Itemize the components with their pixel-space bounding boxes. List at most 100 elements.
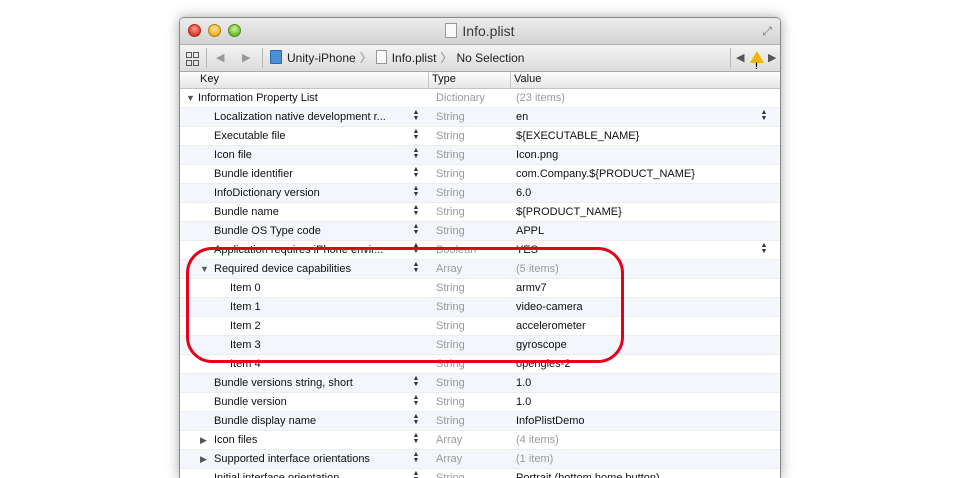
row-value[interactable]: ${PRODUCT_NAME} xyxy=(516,203,766,221)
table-row[interactable]: Initial interface orientation ▲▼ String Por… xyxy=(180,469,780,478)
row-type[interactable]: String xyxy=(436,146,508,164)
row-key[interactable]: Application requires iPhone envir... xyxy=(214,241,408,259)
row-type[interactable]: String xyxy=(436,469,508,478)
key-stepper-icon[interactable]: ▲▼ xyxy=(412,261,420,274)
table-row[interactable]: Localization native development r... ▲ ▼ St… xyxy=(180,108,780,127)
column-key[interactable]: Key xyxy=(200,73,219,85)
key-stepper-icon[interactable]: ▲▼ xyxy=(412,394,420,407)
row-key[interactable]: Information Property List xyxy=(198,89,408,107)
row-type[interactable]: String xyxy=(436,222,508,240)
table-row[interactable]: Bundle version ▲ ▼ String 1.0 xyxy=(180,393,780,412)
key-stepper-icon[interactable]: ▲▼ xyxy=(412,470,420,478)
row-key[interactable]: Bundle name xyxy=(214,203,408,221)
table-row[interactable]: InfoDictionary version ▲ ▼ String 6.0 xyxy=(180,184,780,203)
table-row[interactable]: ▶ Icon files ▲ ▼ Array (4 items) xyxy=(180,431,780,450)
row-value[interactable]: (4 items) xyxy=(516,431,766,449)
row-value[interactable]: YES xyxy=(516,241,766,259)
value-stepper-icon[interactable]: ▲ ▼ xyxy=(760,242,768,255)
table-row[interactable]: ▼ Information Property List Dictionary (23 … xyxy=(180,89,780,108)
column-divider[interactable] xyxy=(510,72,511,88)
row-type[interactable]: Array xyxy=(436,260,508,278)
row-type[interactable]: String xyxy=(436,108,508,126)
row-value[interactable]: gyroscope xyxy=(516,336,766,354)
row-key[interactable]: Icon files xyxy=(214,431,408,449)
row-key[interactable]: Bundle version xyxy=(214,393,408,411)
row-value[interactable]: (1 item) xyxy=(516,450,766,468)
row-value[interactable]: armv7 xyxy=(516,279,766,297)
value-stepper-icon[interactable]: ▲ ▼ xyxy=(760,109,768,122)
key-stepper-icon[interactable]: ▲▼ xyxy=(412,204,420,217)
back-arrow-icon[interactable]: ◀ xyxy=(216,45,224,71)
key-stepper-icon[interactable]: ▲▼ xyxy=(412,242,420,255)
row-key[interactable]: Bundle versions string, short xyxy=(214,374,408,392)
row-value[interactable]: Icon.png xyxy=(516,146,766,164)
table-row[interactable]: ▼ Required device capabilities ▲ ▼ Array (5 i… xyxy=(180,260,780,279)
row-key[interactable]: Bundle display name xyxy=(214,412,408,430)
table-row[interactable]: Application requires iPhone envir... ▲ ▼ Bo… xyxy=(180,241,780,260)
row-type[interactable]: Array xyxy=(436,450,508,468)
row-type[interactable]: String xyxy=(436,355,508,373)
row-type[interactable]: String xyxy=(436,412,508,430)
row-type[interactable]: String xyxy=(436,279,508,297)
row-key[interactable]: Supported interface orientations xyxy=(214,450,408,468)
row-key[interactable]: Bundle identifier xyxy=(214,165,408,183)
table-row[interactable]: Item 2 String accelerometer xyxy=(180,317,780,336)
table-row[interactable]: Bundle OS Type code ▲ ▼ String APPL xyxy=(180,222,780,241)
disclosure-collapsed-icon[interactable]: ▶ xyxy=(200,450,207,468)
row-type[interactable]: String xyxy=(436,203,508,221)
row-value[interactable]: 1.0 xyxy=(516,393,766,411)
row-key[interactable]: Item 0 xyxy=(230,279,408,297)
key-stepper-icon[interactable]: ▲▼ xyxy=(412,166,420,179)
row-value[interactable]: ${EXECUTABLE_NAME} xyxy=(516,127,766,145)
row-key[interactable]: Icon file xyxy=(214,146,408,164)
row-key[interactable]: Required device capabilities xyxy=(214,260,408,278)
row-value[interactable]: 1.0 xyxy=(516,374,766,392)
table-row[interactable]: Bundle name ▲ ▼ String ${PRODUCT_NAME} xyxy=(180,203,780,222)
warning-icon[interactable]: ! xyxy=(750,45,764,71)
row-type[interactable]: String xyxy=(436,393,508,411)
key-stepper-icon[interactable]: ▲▼ xyxy=(412,375,420,388)
key-stepper-icon[interactable]: ▲▼ xyxy=(412,185,420,198)
disclosure-expanded-icon[interactable]: ▼ xyxy=(200,260,209,278)
previous-issue-icon[interactable]: ◀ xyxy=(736,45,744,71)
row-key[interactable]: Item 2 xyxy=(230,317,408,335)
key-stepper-icon[interactable]: ▲▼ xyxy=(412,432,420,445)
next-issue-icon[interactable]: ▶ xyxy=(768,45,776,71)
table-row[interactable]: Item 1 String video-camera xyxy=(180,298,780,317)
table-row[interactable]: Item 4 String opengles-2 xyxy=(180,355,780,374)
table-row[interactable]: Bundle identifier ▲ ▼ String com.Company.${P… xyxy=(180,165,780,184)
row-type[interactable]: String xyxy=(436,336,508,354)
disclosure-collapsed-icon[interactable]: ▶ xyxy=(200,431,207,449)
breadcrumb-selection[interactable]: No Selection xyxy=(456,51,524,65)
table-row[interactable]: Bundle versions string, short ▲ ▼ String 1.0 xyxy=(180,374,780,393)
row-value[interactable]: 6.0 xyxy=(516,184,766,202)
row-type[interactable]: String xyxy=(436,374,508,392)
row-value[interactable]: opengles-2 xyxy=(516,355,766,373)
row-key[interactable]: Item 3 xyxy=(230,336,408,354)
row-type[interactable]: String xyxy=(436,317,508,335)
row-key[interactable]: Localization native development r... xyxy=(214,108,408,126)
row-type[interactable]: Array xyxy=(436,431,508,449)
forward-arrow-icon[interactable]: ▶ xyxy=(242,45,250,71)
key-stepper-icon[interactable]: ▲▼ xyxy=(412,413,420,426)
row-key[interactable]: InfoDictionary version xyxy=(214,184,408,202)
column-type[interactable]: Type xyxy=(432,73,456,85)
row-type[interactable]: String xyxy=(436,127,508,145)
fullscreen-icon[interactable]: ⤢ xyxy=(760,24,774,38)
row-type[interactable]: Dictionary xyxy=(436,89,508,107)
column-value[interactable]: Value xyxy=(514,73,541,85)
row-type[interactable]: String xyxy=(436,165,508,183)
table-row[interactable]: Item 3 String gyroscope xyxy=(180,336,780,355)
row-value[interactable]: accelerometer xyxy=(516,317,766,335)
row-value[interactable]: (23 items) xyxy=(516,89,766,107)
row-value[interactable]: InfoPlistDemo xyxy=(516,412,766,430)
breadcrumb-project[interactable]: Unity-iPhone xyxy=(287,51,356,65)
row-key[interactable]: Item 4 xyxy=(230,355,408,373)
breadcrumb-file[interactable]: Info.plist xyxy=(392,51,437,65)
row-type[interactable]: Boolean xyxy=(436,241,508,259)
row-type[interactable]: String xyxy=(436,184,508,202)
row-value[interactable]: en xyxy=(516,108,766,126)
table-row[interactable]: Bundle display name ▲ ▼ String InfoPlistDemo xyxy=(180,412,780,431)
row-value[interactable]: (5 items) xyxy=(516,260,766,278)
row-key[interactable]: Bundle OS Type code xyxy=(214,222,408,240)
